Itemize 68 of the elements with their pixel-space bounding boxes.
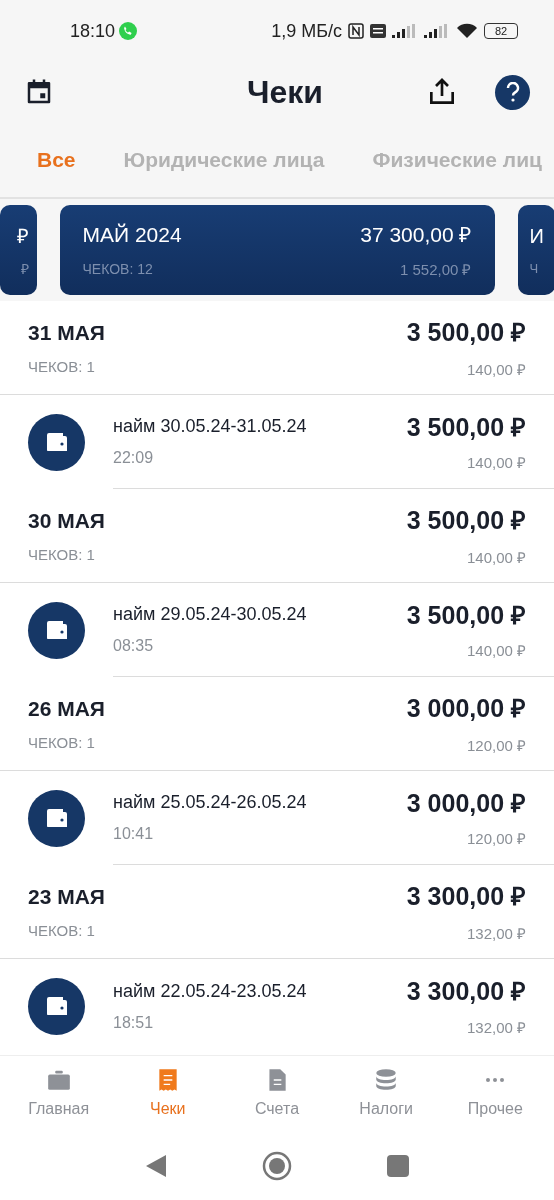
receipt-time: 22:09 (113, 448, 155, 468)
receipt-count: ЧЕКОВ: 1 (28, 921, 96, 941)
day-amount: 3 500,00 ₽ (406, 316, 526, 348)
tax-amount: 140,00 ₽ (466, 641, 526, 661)
receipt-amount: 3 300,00 ₽ (406, 976, 526, 1007)
nav-item[interactable]: Прочее (445, 1066, 546, 1121)
tax-amount: 132,00 ₽ (466, 1017, 526, 1038)
nfc-icon (348, 23, 364, 39)
filter-tab[interactable]: Все (37, 143, 76, 176)
card-tax: 1 552,00 ₽ (399, 259, 472, 280)
tax-amount: 132,00 ₽ (466, 924, 526, 944)
tax-amount: 120,00 ₽ (466, 829, 526, 849)
month-card[interactable]: МАЙ 2024 37 300,00 ₽ ЧЕКОВ: 12 1 552,00 ₽ (59, 205, 495, 295)
wifi-icon (456, 23, 478, 39)
receipt-time: 08:35 (113, 636, 155, 656)
filter-tab[interactable]: Юридические лица (123, 143, 325, 176)
card-tax: ₽ (20, 259, 29, 279)
nav-item[interactable]: Чеки (117, 1066, 218, 1121)
status-time: 18:10 (70, 19, 116, 43)
day-title: 26 МАЯ (28, 695, 105, 722)
help-icon[interactable] (495, 74, 530, 110)
phone-call-icon (119, 22, 138, 40)
receipt-amount: 3 000,00 ₽ (406, 787, 526, 819)
day-amount: 3 500,00 ₽ (406, 504, 526, 536)
filter-tab[interactable]: Физические лиц (372, 143, 543, 176)
wallet-icon (28, 601, 85, 659)
receipt-title[interactable]: найм 25.05.24-26.05.24 (113, 789, 307, 816)
receipt-amount: 3 500,00 ₽ (406, 411, 526, 443)
page-title: Чеки (246, 73, 323, 112)
signal-icon (392, 24, 418, 38)
card-count: ЧЕКОВ: 12 (82, 260, 153, 280)
network-speed: 1,9 МБ/с (271, 19, 342, 43)
signal-icon (424, 24, 450, 38)
battery-level: 82 (494, 25, 508, 37)
nav-item[interactable]: Налоги (336, 1066, 437, 1121)
home-icon[interactable] (262, 1150, 292, 1181)
nav-item[interactable]: Счета (226, 1066, 327, 1121)
day-title: 30 МАЯ (28, 507, 105, 534)
card-count: Ч (529, 260, 539, 279)
card-amount: ₽ (16, 223, 29, 249)
receipt-title[interactable]: найм 30.05.24-31.05.24 (113, 413, 307, 440)
receipt-title[interactable]: найм 29.05.24-30.05.24 (113, 601, 307, 628)
wallet-icon (28, 977, 85, 1035)
tax-amount: 140,00 ₽ (466, 453, 526, 473)
receipt-count: ЧЕКОВ: 1 (28, 733, 96, 753)
card-month: МАЙ 2024 (82, 222, 182, 248)
receipt-time: 10:41 (113, 824, 155, 844)
nav-item[interactable]: Главная (8, 1066, 109, 1121)
wallet-icon (28, 413, 85, 471)
tax-amount: 140,00 ₽ (466, 360, 526, 380)
receipt-amount: 3 500,00 ₽ (406, 599, 526, 631)
day-title: 23 МАЯ (28, 883, 105, 910)
day-title: 31 МАЯ (28, 319, 105, 346)
receipt-count: ЧЕКОВ: 1 (28, 357, 96, 377)
card-amount: 37 300,00 ₽ (360, 222, 472, 248)
tax-amount: 140,00 ₽ (466, 548, 526, 568)
month-card[interactable]: И Ч (517, 205, 554, 295)
wallet-icon (28, 789, 85, 847)
month-card[interactable]: ₽ ₽ (0, 205, 37, 295)
recents-icon[interactable] (387, 1154, 409, 1177)
card-month: И (529, 224, 544, 250)
day-amount: 3 000,00 ₽ (406, 692, 526, 724)
back-icon[interactable] (145, 1153, 167, 1178)
receipt-title[interactable]: найм 22.05.24-23.05.24 (113, 977, 307, 1005)
receipt-count: ЧЕКОВ: 1 (28, 545, 96, 565)
day-amount: 3 300,00 ₽ (406, 880, 526, 912)
receipt-time: 18:51 (113, 1012, 155, 1033)
tax-amount: 120,00 ₽ (466, 736, 526, 756)
